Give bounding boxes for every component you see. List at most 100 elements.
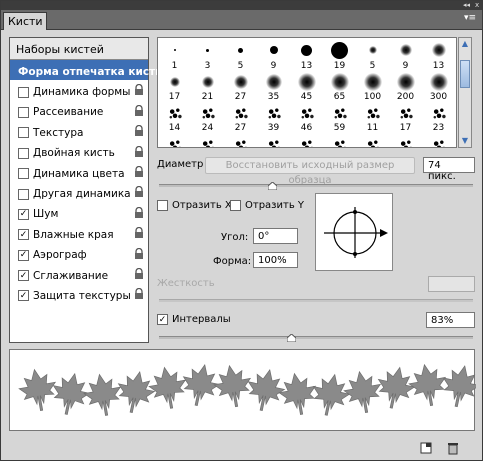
spacing-slider[interactable] xyxy=(159,333,473,343)
brush-tip-size: 59 xyxy=(333,123,346,133)
brush-setting-item[interactable]: ✓ Защита текстуры xyxy=(10,284,148,304)
tab-brushes[interactable]: Кисти xyxy=(3,12,47,30)
brush-tip-cell[interactable]: 39 xyxy=(257,102,290,133)
setting-checkbox[interactable] xyxy=(18,168,29,180)
spacing-box[interactable]: ✓ xyxy=(157,314,168,325)
lock-icon[interactable] xyxy=(134,267,144,280)
setting-checkbox[interactable] xyxy=(18,127,29,139)
brush-grid-scrollbar[interactable]: ▲ ▼ xyxy=(458,37,472,148)
lock-icon[interactable] xyxy=(134,165,144,178)
preview-leaf xyxy=(18,368,57,411)
setting-label: Влажные края xyxy=(33,228,114,241)
setting-checkbox[interactable]: ✓ xyxy=(18,270,29,282)
brush-setting-item[interactable]: Динамика формы xyxy=(10,80,148,100)
tab-row: Кисти ▾≡ xyxy=(1,10,482,30)
panel-top-bar: ◂◂ x xyxy=(1,1,482,10)
slider-knob[interactable] xyxy=(267,181,278,191)
brush-tip-cell[interactable]: 9 xyxy=(389,40,422,71)
angle-field[interactable]: 0° xyxy=(253,228,298,244)
brush-tip-cell[interactable]: 1 xyxy=(158,40,191,71)
brush-tip-cell[interactable]: 35 xyxy=(257,71,290,102)
brush-tip-grid[interactable]: 1 3 5 9 13 19 5 9 13 17 21 27 35 45 65 100 200 300 14 24 27 3… xyxy=(157,37,457,148)
roundness-field[interactable]: 100% xyxy=(253,252,298,268)
lock-icon[interactable] xyxy=(134,125,144,137)
brush-tip-cell[interactable]: 13 xyxy=(290,40,323,71)
brush-setting-item[interactable]: Рассеивание xyxy=(10,101,148,121)
panel-menu-icon[interactable]: ▾≡ xyxy=(464,13,476,23)
flip-x-checkbox[interactable]: Отразить X xyxy=(157,200,232,211)
brush-tip-cell[interactable]: 21 xyxy=(191,71,224,102)
brush-tip-cell[interactable]: 9 xyxy=(257,40,290,71)
brush-tip-cell[interactable]: 14 xyxy=(158,102,191,133)
brush-tip-cell[interactable]: 3 xyxy=(191,40,224,71)
setting-checkbox[interactable]: ✓ xyxy=(18,249,29,261)
scroll-thumb[interactable] xyxy=(460,60,470,88)
new-brush-icon[interactable] xyxy=(420,442,432,457)
brush-tip-shape xyxy=(265,74,282,90)
close-icon[interactable]: x xyxy=(475,2,479,9)
brush-tip-cell[interactable]: 11 xyxy=(356,102,389,133)
diameter-field[interactable]: 74 пикс. xyxy=(423,157,475,182)
brush-setting-item[interactable]: Форма отпечатка кисти xyxy=(10,60,163,81)
brush-setting-item[interactable]: ✓ Влажные края xyxy=(10,223,148,243)
brush-tip-cell[interactable]: 5 xyxy=(356,40,389,71)
brush-setting-item[interactable]: ✓ Аэрограф xyxy=(10,244,148,264)
brush-tip-cell[interactable]: 19 xyxy=(323,40,356,71)
setting-checkbox[interactable] xyxy=(18,188,29,200)
restore-size-button[interactable]: Восстановить исходный размер образца xyxy=(205,157,415,186)
diameter-slider[interactable] xyxy=(159,181,473,191)
flip-x-box[interactable] xyxy=(157,200,168,211)
brush-setting-item[interactable]: Другая динамика xyxy=(10,182,148,202)
brush-tip-shape xyxy=(269,46,278,54)
brush-tip-cell[interactable]: 17 xyxy=(158,71,191,102)
brush-tip-cell[interactable]: 59 xyxy=(323,102,356,133)
flip-y-checkbox[interactable]: Отразить Y xyxy=(230,200,304,211)
brush-tip-cell[interactable]: 46 xyxy=(290,102,323,133)
angle-roundness-widget[interactable] xyxy=(315,193,393,271)
brush-tip-cell[interactable]: 100 xyxy=(356,71,389,102)
brush-setting-item[interactable]: ✓ Шум xyxy=(10,203,148,223)
brush-setting-item[interactable]: ✓ Сглаживание xyxy=(10,264,148,284)
spacing-checkbox[interactable]: ✓ Интервалы xyxy=(157,314,231,325)
setting-checkbox[interactable]: ✓ xyxy=(18,290,29,302)
lock-icon[interactable] xyxy=(134,247,144,260)
flip-y-box[interactable] xyxy=(230,200,241,211)
brush-tip-shape xyxy=(333,106,347,120)
lock-icon[interactable] xyxy=(134,288,144,300)
brush-tip-cell[interactable]: 27 xyxy=(224,102,257,133)
lock-icon[interactable] xyxy=(134,84,144,96)
setting-checkbox[interactable] xyxy=(18,106,29,118)
brush-tip-cell[interactable]: 300 xyxy=(422,71,455,102)
brush-tip-cell[interactable]: 5 xyxy=(224,40,257,71)
lock-icon[interactable] xyxy=(134,206,144,219)
scroll-down-icon[interactable]: ▼ xyxy=(459,135,471,147)
brush-tip-cell[interactable]: 17 xyxy=(389,102,422,133)
brush-setting-item[interactable]: Текстура xyxy=(10,121,148,141)
setting-checkbox[interactable]: ✓ xyxy=(18,208,29,220)
brush-tip-cell[interactable]: 27 xyxy=(224,71,257,102)
brush-tip-cell[interactable]: 200 xyxy=(389,71,422,102)
brush-tip-cell[interactable]: 65 xyxy=(323,71,356,102)
lock-icon[interactable] xyxy=(134,104,144,117)
brush-tip-cell[interactable]: 24 xyxy=(191,102,224,133)
trash-icon[interactable] xyxy=(447,442,459,458)
brush-setting-item[interactable]: Двойная кисть xyxy=(10,142,148,162)
setting-checkbox[interactable] xyxy=(18,86,29,98)
lock-icon[interactable] xyxy=(134,227,144,239)
brush-setting-item[interactable]: Динамика цвета xyxy=(10,162,148,182)
lock-icon[interactable] xyxy=(134,186,144,198)
scroll-up-icon[interactable]: ▲ xyxy=(459,38,471,50)
setting-checkbox[interactable] xyxy=(18,147,29,159)
brush-tip-cell[interactable]: 23 xyxy=(422,102,455,133)
lock-icon[interactable] xyxy=(134,145,144,158)
brush-tip-cell[interactable]: 13 xyxy=(422,40,455,71)
slider-knob[interactable] xyxy=(286,333,297,343)
setting-label: Динамика цвета xyxy=(33,167,125,180)
preview-leaf xyxy=(117,371,156,414)
collapse-icon[interactable]: ◂◂ xyxy=(463,2,470,9)
brush-presets-button[interactable]: Наборы кистей xyxy=(10,38,148,60)
setting-checkbox[interactable]: ✓ xyxy=(18,229,29,241)
spacing-field[interactable]: 83% xyxy=(426,312,475,328)
brush-tip-cell[interactable]: 45 xyxy=(290,71,323,102)
brush-tip-size: 13 xyxy=(432,61,445,71)
